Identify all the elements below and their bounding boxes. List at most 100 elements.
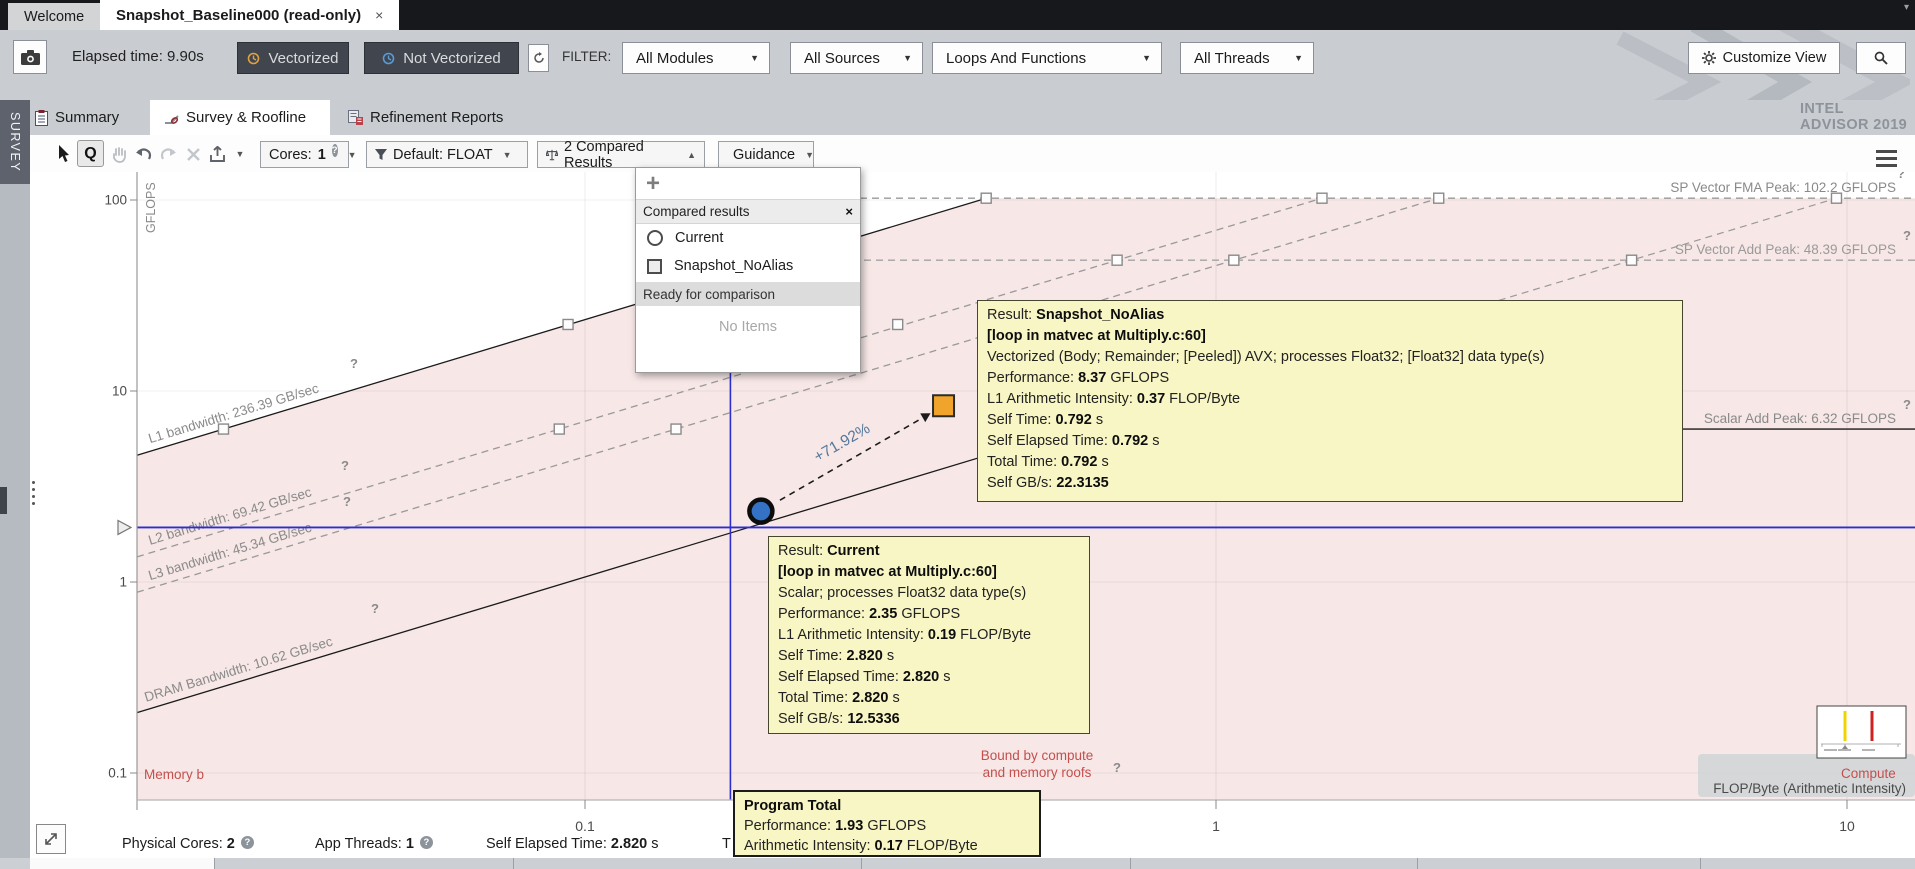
chevron-down-icon: ▼	[503, 150, 512, 160]
roof-knee-marker[interactable]	[1229, 255, 1239, 265]
svg-text:and memory roofs: and memory roofs	[983, 765, 1092, 780]
camera-icon	[21, 50, 40, 65]
search-button[interactable]	[1856, 42, 1906, 74]
roof-help-icon[interactable]: ?	[341, 458, 349, 473]
chart-menu-button[interactable]	[1876, 146, 1897, 171]
compare-scales-icon	[546, 148, 558, 162]
loop-point-noalias[interactable]	[933, 395, 954, 416]
threads-filter-dropdown[interactable]: All Threads ▼	[1180, 42, 1314, 74]
tab-snapshot-baseline[interactable]: Snapshot_Baseline000 (read-only) ×	[100, 0, 399, 30]
zoom-tool-active[interactable]: Q	[77, 140, 104, 167]
undo-button[interactable]	[132, 142, 154, 166]
help-icon[interactable]: ?	[420, 836, 433, 849]
tooltip-row: L1 Arithmetic Intensity: 0.19 FLOP/Byte	[778, 625, 1080, 646]
survey-vertical-label: SURVEY	[8, 112, 22, 172]
roof-knee-marker[interactable]	[671, 424, 681, 434]
tab-summary[interactable]: Summary	[35, 100, 119, 135]
roof-knee-marker[interactable]	[1317, 193, 1327, 203]
tab-refinement-label: Refinement Reports	[370, 109, 503, 126]
roof-help-icon[interactable]: ?	[343, 494, 351, 509]
y-tick-label: 100	[104, 193, 127, 208]
sources-filter-dropdown[interactable]: All Sources ▼	[790, 42, 923, 74]
memory-bound-zone-label: Memory b	[144, 767, 204, 782]
panel-collapse-handle[interactable]	[0, 487, 7, 514]
loops-filter-value: Loops And Functions	[946, 50, 1086, 67]
roof-help-icon[interactable]: ?	[1903, 228, 1911, 243]
tooltip-row: L1 Arithmetic Intensity: 0.37 FLOP/Byte	[987, 389, 1673, 410]
x-icon	[187, 148, 200, 161]
survey-vertical-tab[interactable]: SURVEY	[0, 100, 30, 184]
tooltip-snapshot-noalias: Result: Snapshot_NoAlias[loop in matvec …	[977, 300, 1683, 502]
add-comparison-button[interactable]: +	[636, 168, 860, 199]
tooltip-row: Self Elapsed Time: 2.820 s	[778, 667, 1080, 688]
compared-results-value: 2 Compared Results	[564, 139, 677, 171]
tooltip-program-total: Program TotalPerformance: 1.93 GFLOPSAri…	[733, 790, 1041, 857]
roof-knee-marker[interactable]	[1112, 255, 1122, 265]
compute-roof-label[interactable]: Scalar Add Peak: 6.32 GFLOPS	[1704, 411, 1896, 426]
checkbox-icon[interactable]	[647, 259, 662, 274]
guidance-value: Guidance	[733, 147, 795, 163]
vectorized-clock-icon	[247, 52, 260, 65]
window-tab-bar: Welcome Snapshot_Baseline000 (read-only)…	[0, 0, 1915, 30]
tooltip-row: Self GB/s: 22.3135	[987, 473, 1673, 494]
tab-snapshot-label: Snapshot_Baseline000 (read-only)	[116, 7, 361, 24]
roof-knee-marker[interactable]	[563, 319, 573, 329]
survey-grid-header-strip	[0, 858, 1915, 869]
roof-knee-marker[interactable]	[893, 319, 903, 329]
customize-view-button[interactable]: Customize View	[1688, 42, 1840, 74]
intel-advisor-watermark: INTEL ADVISOR 2019	[1800, 101, 1915, 133]
tab-summary-label: Summary	[55, 109, 119, 126]
vectorized-filter-button[interactable]: Vectorized	[237, 42, 349, 74]
compute-roof-label[interactable]: SP Vector Add Peak: 48.39 GFLOPS	[1675, 242, 1896, 257]
reset-filter-button[interactable]	[528, 44, 549, 72]
tab-refinement-reports[interactable]: Refinement Reports	[348, 100, 503, 135]
roofs-settings-value: Default: FLOAT	[393, 147, 493, 163]
help-icon[interactable]: ?	[332, 144, 338, 157]
tab-survey-roofline[interactable]: Survey & Roofline	[150, 100, 330, 135]
cancel-zoom-button-disabled[interactable]	[182, 142, 204, 166]
close-popup-icon[interactable]: ×	[845, 204, 853, 219]
tooltip-row: Self Time: 2.820 s	[778, 646, 1080, 667]
roof-help-icon[interactable]: ?	[1903, 397, 1911, 412]
modules-filter-dropdown[interactable]: All Modules ▼	[622, 42, 770, 74]
not-vectorized-filter-button[interactable]: Not Vectorized	[364, 42, 519, 74]
roof-knee-marker[interactable]	[1434, 193, 1444, 203]
select-cursor-tool[interactable]	[53, 142, 75, 166]
help-icon[interactable]: ?	[241, 836, 254, 849]
guidance-dropdown[interactable]: Guidance ▼	[718, 141, 814, 168]
snapshot-camera-button[interactable]	[13, 40, 47, 74]
close-tab-icon[interactable]: ×	[375, 7, 383, 23]
roof-knee-marker[interactable]	[1627, 255, 1637, 265]
redo-button-disabled[interactable]	[157, 142, 179, 166]
main-toolbar: Elapsed time: 9.90s Vectorized Not Vecto…	[0, 30, 1915, 100]
expand-chart-button[interactable]	[36, 824, 66, 854]
loop-point-current[interactable]	[749, 500, 772, 523]
chevron-up-icon: ▲	[687, 150, 696, 160]
export-button[interactable]	[206, 142, 228, 166]
roofs-settings-dropdown[interactable]: Default: FLOAT ▼	[366, 141, 528, 168]
tooltip-row: Total Time: 2.820 s	[778, 688, 1080, 709]
radio-icon[interactable]	[647, 230, 663, 246]
compute-roof-label[interactable]: SP Vector FMA Peak: 102.2 GFLOPS	[1670, 180, 1896, 195]
window-menu-caret-icon[interactable]: ▾	[1904, 2, 1909, 13]
redo-icon	[160, 147, 177, 161]
roof-knee-marker[interactable]	[554, 424, 564, 434]
compared-result-item[interactable]: Snapshot_NoAlias	[636, 252, 860, 280]
ready-for-comparison-header: Ready for comparison	[636, 282, 860, 306]
roof-knee-marker[interactable]	[981, 193, 991, 203]
roof-help-icon[interactable]: ?	[350, 356, 358, 371]
not-vectorized-label: Not Vectorized	[403, 50, 501, 67]
roof-knee-marker[interactable]	[218, 424, 228, 434]
cores-dropdown[interactable]: Cores: 1 ? ▼	[260, 141, 349, 168]
zone-help-icon[interactable]: ?	[1113, 760, 1121, 775]
tab-welcome[interactable]: Welcome	[8, 3, 100, 30]
compared-result-item[interactable]: Current	[636, 224, 860, 252]
tooltip-row: [loop in matvec at Multiply.c:60]	[778, 562, 1080, 583]
roof-help-icon[interactable]: ?	[371, 601, 379, 616]
compared-results-dropdown[interactable]: 2 Compared Results ▲	[537, 141, 705, 168]
pan-tool[interactable]	[108, 142, 130, 166]
export-caret-icon[interactable]: ▼	[229, 142, 251, 166]
tooltip-row: Self Time: 0.792 s	[987, 410, 1673, 431]
splitter-grip[interactable]	[32, 477, 35, 509]
loops-filter-dropdown[interactable]: Loops And Functions ▼	[932, 42, 1162, 74]
